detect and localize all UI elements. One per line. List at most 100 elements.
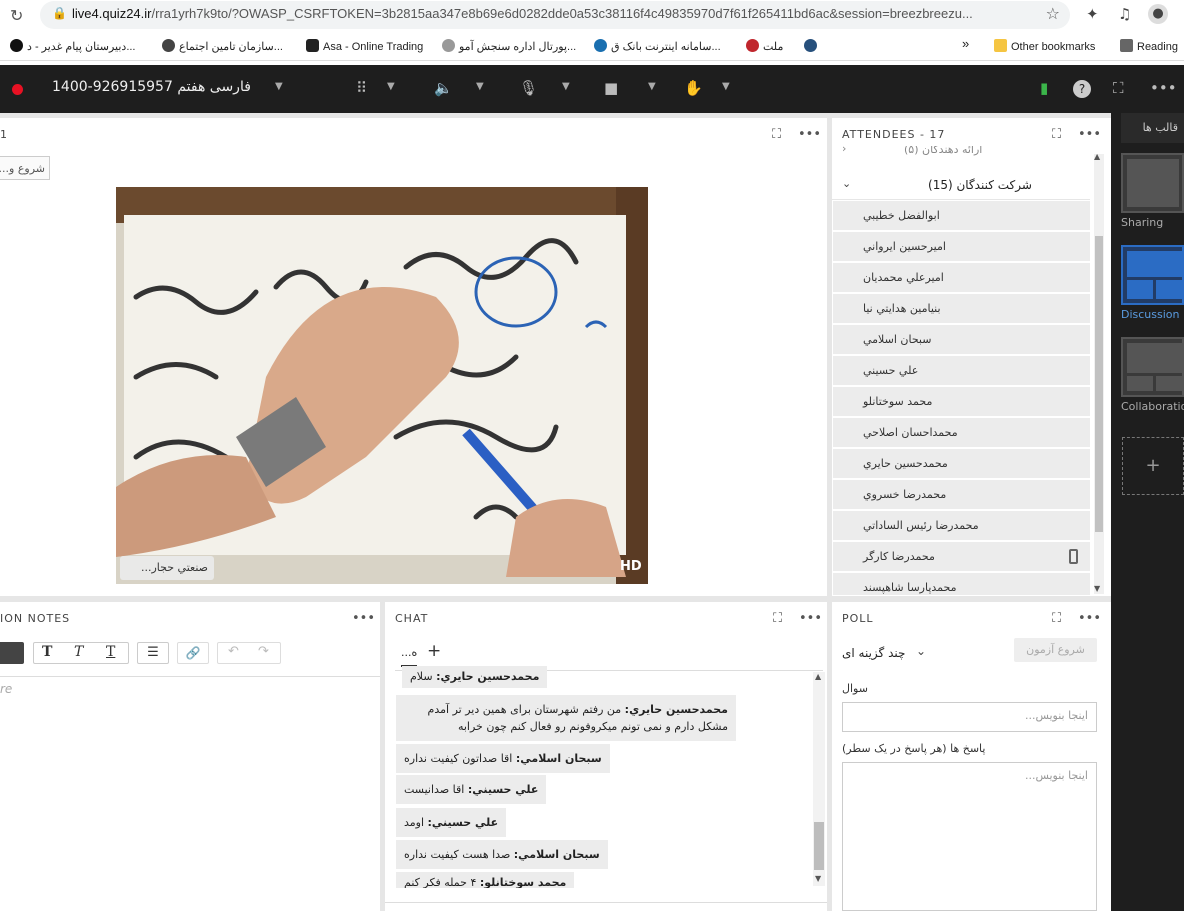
chat-scrollbar[interactable]: ▲ ▼ (813, 672, 825, 886)
pod-menu-icon[interactable]: ••• (1078, 611, 1101, 626)
media-icon[interactable]: ♫ (1118, 5, 1131, 23)
help-icon[interactable]: ? (1073, 80, 1091, 98)
chevron-down-icon[interactable]: ▼ (387, 81, 395, 92)
undo-redo-group: ↶ ↷ (217, 642, 281, 664)
hosts-group-header[interactable]: › ارائه دهندگان (۵) (832, 146, 1092, 160)
recording-icon[interactable] (12, 84, 23, 95)
layouts-grid-icon[interactable]: ⠿ (356, 79, 367, 97)
thumb-block (1127, 376, 1153, 391)
bookmark-star-icon[interactable]: ☆ (1046, 4, 1060, 23)
layout-discussion-thumb[interactable] (1121, 245, 1184, 305)
chevron-down-icon[interactable]: ▼ (648, 81, 656, 92)
attendee-row[interactable]: محمد سوختانلو (833, 387, 1090, 417)
answers-input[interactable]: اینجا بنویس... (842, 762, 1097, 911)
bookmark-3[interactable]: Asa - Online Trading (306, 39, 423, 53)
maximize-icon[interactable]: ⛶ (1052, 127, 1061, 142)
maximize-icon[interactable]: ⛶ (1052, 611, 1061, 626)
reading-list[interactable]: Reading (1120, 39, 1178, 53)
camera-icon[interactable]: ■ (604, 79, 618, 97)
link-icon[interactable]: 🔗 (177, 642, 209, 664)
fullscreen-icon[interactable]: ⛶ (1113, 79, 1124, 97)
scroll-up-icon[interactable]: ▲ (1094, 152, 1100, 161)
add-chat-tab-icon[interactable]: + (427, 641, 441, 661)
attendees-scrollbar[interactable]: ▲ ▼ (1094, 152, 1104, 594)
scrollbar-thumb[interactable] (1095, 236, 1103, 532)
italic-icon[interactable]: T (74, 644, 83, 660)
reading-list-icon (1120, 39, 1133, 52)
other-bookmarks[interactable]: Other bookmarks (994, 39, 1095, 53)
lock-icon[interactable]: 🔒 (52, 6, 67, 20)
chevron-down-icon[interactable]: ▼ (722, 81, 730, 92)
thumb-block (1127, 251, 1182, 277)
pod-menu-icon[interactable]: ••• (352, 611, 375, 626)
chevron-down-icon[interactable]: ▼ (562, 81, 570, 92)
profile-icon[interactable]: ● (1148, 4, 1168, 24)
attendee-row[interactable]: ابوالفضل خطيبي (833, 201, 1090, 231)
bookmark-6[interactable]: ملت (746, 39, 783, 53)
text-color-button[interactable] (0, 642, 24, 664)
attendee-row[interactable]: محمدرضا رئيس الساداتي (833, 511, 1090, 541)
attendee-row[interactable]: سبحان اسلامي (833, 325, 1090, 355)
attendee-row[interactable]: محمدرضا خسروي (833, 480, 1090, 510)
extensions-icon[interactable]: ✦ (1086, 5, 1099, 23)
raise-hand-icon[interactable]: ✋ (684, 79, 703, 97)
redo-icon[interactable]: ↷ (258, 644, 269, 659)
maximize-icon[interactable]: ⛶ (772, 127, 781, 142)
attendee-row[interactable]: محمدپارسا شاهپسند (833, 573, 1090, 596)
bullet-list-icon[interactable]: ☰ (137, 642, 169, 664)
scroll-down-icon[interactable]: ▼ (815, 874, 821, 883)
pod-menu-icon[interactable]: ••• (798, 127, 821, 142)
attendee-row[interactable]: محمداحسان اصلاحي (833, 418, 1090, 448)
address-bar[interactable]: 🔒 live4.quiz24.ir/rra1yrh7k9to/?OWASP_CS… (40, 1, 1070, 29)
chat-message: محمدحسين حايري: سلام (402, 666, 548, 688)
answers-label: پاسخ ها (هر پاسخ در یک سطر) (842, 742, 986, 755)
attendee-row[interactable]: اميرعلي محمديان (833, 263, 1090, 293)
chat-tab-everyone[interactable]: ه... (401, 646, 418, 667)
layout-collaboration-thumb[interactable] (1121, 337, 1184, 397)
start-share-button[interactable]: شروع و... (0, 156, 50, 180)
undo-icon[interactable]: ↶ (228, 644, 239, 659)
poll-type-dropdown[interactable]: چند گزينه اى ⌄ (842, 644, 932, 664)
bank-icon (746, 39, 759, 52)
thumb-block (1127, 280, 1153, 299)
bold-icon[interactable]: T (42, 644, 52, 660)
pod-menu-icon[interactable]: ••• (799, 611, 822, 626)
chat-input-area[interactable] (385, 902, 827, 911)
webcam-video[interactable]: صنعتي حجار... HD (116, 187, 648, 584)
attendee-row[interactable]: محمدحسين حايري (833, 449, 1090, 479)
scrollbar-thumb[interactable] (814, 822, 824, 870)
room-menu-chevron-icon[interactable]: ▼ (275, 81, 283, 92)
bookmarks-overflow-button[interactable]: » (962, 36, 969, 51)
globe-icon (162, 39, 175, 52)
chat-message: سبحان اسلامي: صدا هست كيفيت نداره (396, 840, 608, 869)
participants-group-header[interactable]: ⌄ شرکت کنندگان (15) (832, 170, 1090, 200)
chat-message: علي حسيني: اومد (396, 808, 507, 837)
question-input[interactable]: اینجا بنویس... (842, 702, 1097, 732)
url-text[interactable]: live4.quiz24.ir/rra1yrh7k9to/?OWASP_CSRF… (72, 6, 1032, 21)
scroll-up-icon[interactable]: ▲ (815, 672, 821, 681)
notes-editor[interactable]: re (0, 682, 12, 696)
add-layout-button[interactable]: + (1122, 437, 1184, 495)
microphone-icon[interactable]: 🎙 (519, 79, 538, 97)
bookmark-4[interactable]: پورتال اداره سنجش آمو... (442, 39, 576, 53)
start-quiz-button[interactable]: شروع آزمون (1014, 638, 1097, 662)
speaker-icon[interactable]: 🔈 (434, 79, 453, 97)
pod-menu-icon[interactable]: ••• (1078, 127, 1101, 142)
attendee-row[interactable]: بنيامين هدايتي نيا (833, 294, 1090, 324)
more-options-icon[interactable]: ••• (1150, 79, 1177, 97)
chevron-down-icon[interactable]: ▼ (476, 81, 484, 92)
attendee-row[interactable]: اميرحسين ايرواني (833, 232, 1090, 262)
bookmark-7[interactable] (804, 39, 821, 53)
attendee-row[interactable]: علي حسيني (833, 356, 1090, 386)
bookmark-2[interactable]: سازمان تامین اجتماع... (162, 39, 283, 53)
reload-icon[interactable]: ↻ (10, 6, 23, 25)
maximize-icon[interactable]: ⛶ (773, 611, 782, 626)
layout-sharing-thumb[interactable] (1121, 153, 1184, 213)
scroll-down-icon[interactable]: ▼ (1094, 584, 1100, 593)
connection-strength-icon[interactable]: ▮ (1040, 79, 1048, 97)
attendee-row[interactable]: محمدرضا كارگر (833, 542, 1090, 572)
bookmark-5[interactable]: سامانه اینترنت بانک ق... (594, 39, 721, 53)
thumb-block (1156, 280, 1182, 299)
bookmark-1[interactable]: دبیرستان پیام غدیر - د... (10, 39, 135, 53)
underline-icon[interactable]: T (106, 644, 115, 660)
